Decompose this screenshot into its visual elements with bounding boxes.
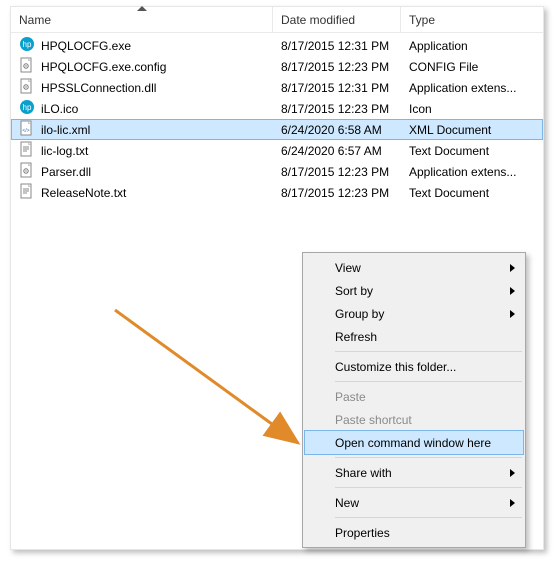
dll-file-icon xyxy=(19,78,35,97)
menu-item-label: Properties xyxy=(335,526,390,540)
file-date: 8/17/2015 12:23 PM xyxy=(273,102,401,116)
context-menu: View Sort by Group by Refresh Customize this… xyxy=(302,252,526,548)
menu-item-properties[interactable]: Properties xyxy=(305,521,523,544)
file-type: Text Document xyxy=(401,144,543,158)
file-row[interactable]: lic-log.txt 6/24/2020 6:57 AM Text Docum… xyxy=(11,140,543,161)
menu-separator xyxy=(335,351,522,352)
file-row[interactable]: </> ilo-lic.xml 6/24/2020 6:58 AM XML Do… xyxy=(11,119,543,140)
menu-separator xyxy=(335,457,522,458)
file-type: Text Document xyxy=(401,186,543,200)
app-file-icon: hp xyxy=(19,36,35,55)
menu-item-label: View xyxy=(335,261,361,275)
file-date: 8/17/2015 12:23 PM xyxy=(273,186,401,200)
file-name: Parser.dll xyxy=(41,165,91,179)
menu-item-share-with[interactable]: Share with xyxy=(305,461,523,484)
menu-item-new[interactable]: New xyxy=(305,491,523,514)
menu-item-label: Refresh xyxy=(335,330,377,344)
file-name: lic-log.txt xyxy=(41,144,88,158)
menu-item-view[interactable]: View xyxy=(305,256,523,279)
column-header-label: Type xyxy=(409,13,435,27)
file-name: HPQLOCFG.exe xyxy=(41,39,131,53)
file-row[interactable]: HPQLOCFG.exe.config 8/17/2015 12:23 PM C… xyxy=(11,56,543,77)
file-row[interactable]: hp HPQLOCFG.exe 8/17/2015 12:31 PM Appli… xyxy=(11,35,543,56)
file-name: HPSSLConnection.dll xyxy=(41,81,156,95)
menu-item-refresh[interactable]: Refresh xyxy=(305,325,523,348)
menu-separator xyxy=(335,517,522,518)
file-type: Application xyxy=(401,39,543,53)
menu-item-label: Open command window here xyxy=(335,436,491,450)
file-type: CONFIG File xyxy=(401,60,543,74)
column-header-type[interactable]: Type xyxy=(401,7,543,32)
xml-file-icon: </> xyxy=(19,120,35,139)
column-headers: Name Date modified Type xyxy=(11,7,543,33)
sort-indicator-icon xyxy=(137,6,147,11)
menu-item-label: Group by xyxy=(335,307,384,321)
txt-file-icon xyxy=(19,141,35,160)
menu-item-sort-by[interactable]: Sort by xyxy=(305,279,523,302)
svg-text:hp: hp xyxy=(23,40,32,49)
file-date: 8/17/2015 12:31 PM xyxy=(273,81,401,95)
file-name: HPQLOCFG.exe.config xyxy=(41,60,166,74)
menu-item-label: Paste xyxy=(335,390,366,404)
ico-file-icon: hp xyxy=(19,99,35,118)
svg-text:hp: hp xyxy=(23,103,32,112)
menu-item-customize-this-folder[interactable]: Customize this folder... xyxy=(305,355,523,378)
menu-separator xyxy=(335,487,522,488)
file-row[interactable]: Parser.dll 8/17/2015 12:23 PM Applicatio… xyxy=(11,161,543,182)
config-file-icon xyxy=(19,57,35,76)
column-header-name[interactable]: Name xyxy=(11,7,273,32)
svg-text:</>: </> xyxy=(22,128,29,134)
column-header-label: Name xyxy=(19,13,51,27)
menu-item-label: New xyxy=(335,496,359,510)
menu-item-label: Paste shortcut xyxy=(335,413,412,427)
file-row[interactable]: HPSSLConnection.dll 8/17/2015 12:31 PM A… xyxy=(11,77,543,98)
column-header-label: Date modified xyxy=(281,13,355,27)
menu-item-paste-shortcut: Paste shortcut xyxy=(305,408,523,431)
file-name: iLO.ico xyxy=(41,102,78,116)
file-type: XML Document xyxy=(401,123,543,137)
menu-item-paste: Paste xyxy=(305,385,523,408)
menu-item-label: Share with xyxy=(335,466,392,480)
dll-file-icon xyxy=(19,162,35,181)
menu-item-group-by[interactable]: Group by xyxy=(305,302,523,325)
file-date: 8/17/2015 12:23 PM xyxy=(273,165,401,179)
menu-item-label: Customize this folder... xyxy=(335,360,456,374)
file-date: 8/17/2015 12:23 PM xyxy=(273,60,401,74)
file-list[interactable]: hp HPQLOCFG.exe 8/17/2015 12:31 PM Appli… xyxy=(11,33,543,203)
file-row[interactable]: hp iLO.ico 8/17/2015 12:23 PM Icon xyxy=(11,98,543,119)
column-header-date[interactable]: Date modified xyxy=(273,7,401,32)
file-date: 6/24/2020 6:58 AM xyxy=(273,123,401,137)
file-type: Icon xyxy=(401,102,543,116)
file-type: Application extens... xyxy=(401,81,543,95)
menu-item-label: Sort by xyxy=(335,284,373,298)
file-date: 6/24/2020 6:57 AM xyxy=(273,144,401,158)
file-type: Application extens... xyxy=(401,165,543,179)
menu-item-open-command-window-here[interactable]: Open command window here xyxy=(305,431,523,454)
file-name: ilo-lic.xml xyxy=(41,123,90,137)
menu-separator xyxy=(335,381,522,382)
file-date: 8/17/2015 12:31 PM xyxy=(273,39,401,53)
file-name: ReleaseNote.txt xyxy=(41,186,126,200)
txt-file-icon xyxy=(19,183,35,202)
file-row[interactable]: ReleaseNote.txt 8/17/2015 12:23 PM Text … xyxy=(11,182,543,203)
